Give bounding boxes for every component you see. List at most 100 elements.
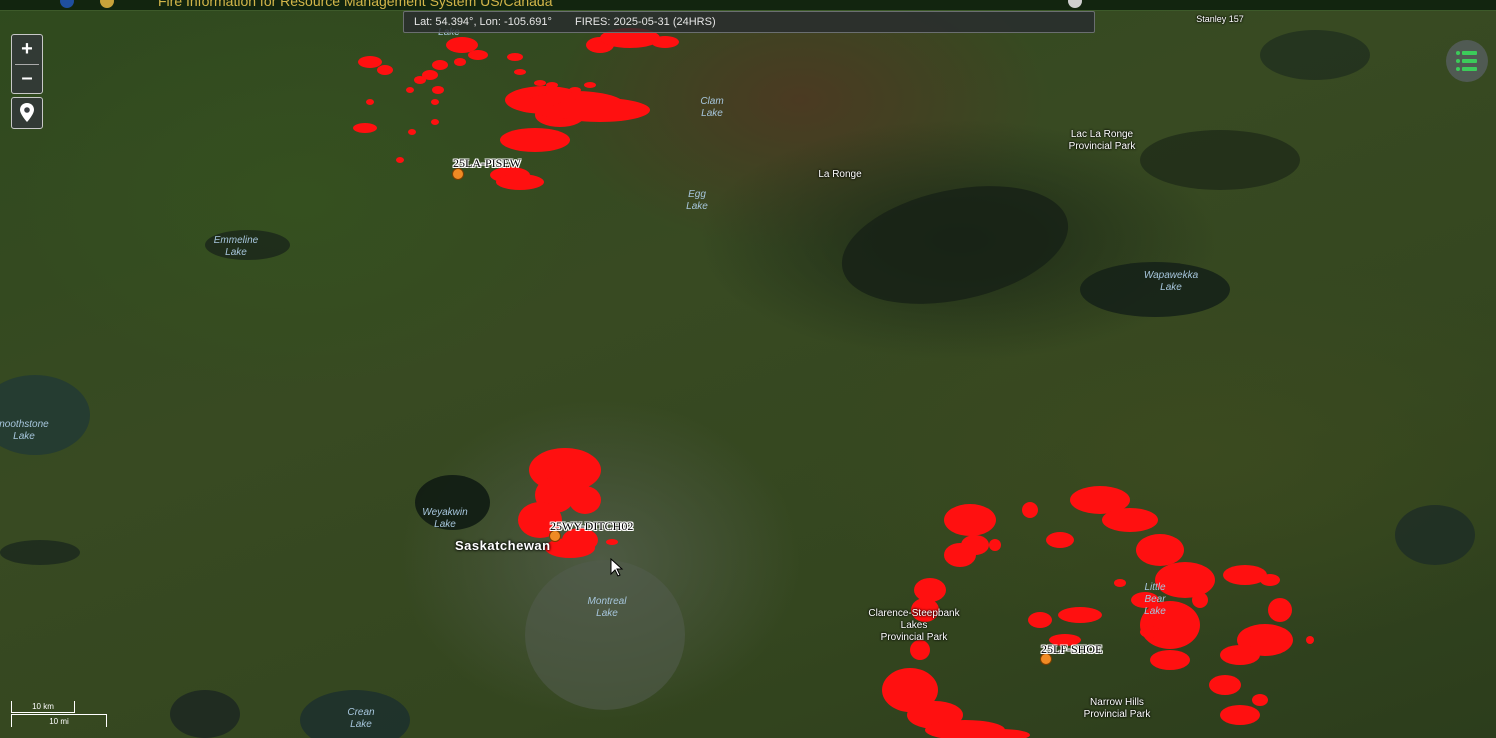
scale-km: 10 km bbox=[11, 701, 75, 713]
label-line: Lac La Ronge bbox=[1070, 129, 1134, 140]
label-line: Lake bbox=[225, 247, 247, 258]
place-label-egg-lake: Egg Lake bbox=[686, 189, 708, 213]
fire-hotspot bbox=[1058, 607, 1102, 623]
region-label-saskatchewan: Saskatchewan bbox=[455, 538, 551, 553]
fire-hotspot bbox=[1022, 502, 1038, 518]
fire-hotspot bbox=[944, 504, 996, 536]
fire-hotspot bbox=[468, 50, 488, 60]
fire-hotspot bbox=[431, 119, 439, 125]
fire-hotspot bbox=[507, 53, 523, 61]
fire-label[interactable]: 25WY-DITCH02 bbox=[550, 519, 633, 534]
place-label-stanley: Stanley 157 bbox=[1196, 14, 1244, 24]
place-label-narrow-hills: Narrow Hills Provincial Park bbox=[1084, 697, 1151, 721]
fire-hotspot bbox=[1028, 612, 1052, 628]
menu-logo-icon bbox=[1068, 0, 1082, 8]
fire-hotspot bbox=[989, 539, 1001, 551]
fire-hotspot bbox=[1306, 636, 1314, 644]
app-header: Fire Information for Resource Management… bbox=[0, 0, 1496, 11]
fire-hotspot bbox=[1209, 675, 1241, 695]
place-label-lac-la-ronge: Lac La Ronge Provincial Park bbox=[1069, 129, 1136, 153]
fire-label[interactable]: 25LF-SHOE bbox=[1041, 642, 1102, 657]
label-line: noothstone bbox=[0, 419, 49, 430]
fire-hotspot bbox=[353, 123, 377, 133]
place-label-la-ronge: La Ronge bbox=[818, 169, 862, 180]
fire-hotspot bbox=[1150, 650, 1190, 670]
label-line: Lake bbox=[596, 608, 618, 619]
fire-hotspots-layer bbox=[353, 28, 1314, 738]
coordinate-readout: Lat: 54.394°, Lon: -105.691° bbox=[414, 16, 552, 28]
fire-hotspot bbox=[651, 36, 679, 48]
fire-hotspot bbox=[454, 58, 466, 66]
fire-hotspot bbox=[569, 87, 581, 93]
fire-hotspot bbox=[546, 82, 558, 88]
fire-hotspot bbox=[377, 65, 393, 75]
fire-hotspot bbox=[1114, 579, 1126, 587]
fire-hotspot bbox=[1268, 598, 1292, 622]
fire-hotspot bbox=[408, 129, 416, 135]
label-line: Emmeline bbox=[213, 235, 259, 246]
zoom-in-button[interactable]: + bbox=[12, 35, 42, 63]
fire-hotspot bbox=[514, 69, 526, 75]
label-line: Lake bbox=[701, 108, 723, 119]
header-title: Fire Information for Resource Management… bbox=[158, 0, 553, 9]
fire-label[interactable]: 25LA-PISEW bbox=[453, 156, 521, 171]
layer-list-button[interactable] bbox=[1446, 40, 1488, 82]
fire-hotspot bbox=[550, 98, 650, 122]
label-line: Provincial Park bbox=[1083, 709, 1151, 720]
place-label-clam-lake: Clam Lake bbox=[700, 96, 723, 120]
map-pin-icon bbox=[20, 103, 34, 122]
scale-mi: 10 mi bbox=[11, 714, 107, 727]
label-line: Lake bbox=[686, 201, 708, 212]
fire-hotspot bbox=[1192, 592, 1208, 608]
label-line: Egg bbox=[688, 189, 706, 200]
label-line: Clam bbox=[700, 96, 724, 107]
place-label-crean-lake: Crean Lake bbox=[347, 707, 374, 731]
label-line: Narrow Hills bbox=[1090, 697, 1144, 708]
zoom-out-button[interactable]: – bbox=[12, 64, 42, 92]
fire-hotspot bbox=[431, 99, 439, 105]
locate-button[interactable] bbox=[11, 97, 43, 129]
fire-hotspot bbox=[432, 60, 448, 70]
place-label-wapawekka-lake: Wapawekka Lake bbox=[1144, 270, 1198, 294]
agency-logo-icon bbox=[100, 0, 114, 8]
fire-hotspot bbox=[358, 56, 382, 68]
label-line: Montreal bbox=[587, 596, 627, 607]
place-label-weyakwin-lake: Weyakwin Lake bbox=[422, 507, 467, 531]
fire-hotspot bbox=[496, 174, 544, 190]
mouse-cursor-icon bbox=[610, 558, 624, 577]
scale-bar: 10 km 10 mi bbox=[11, 701, 107, 729]
place-label-montreal-lake: Montreal Lake bbox=[588, 596, 627, 620]
fire-hotspot bbox=[1140, 626, 1160, 638]
label-line: Weyakwin bbox=[422, 507, 468, 518]
place-label-clarence-steepbank: Clarence-Steepbank Lakes Provincial Park bbox=[868, 608, 959, 644]
fire-hotspot bbox=[584, 82, 596, 88]
label-line: Wapawekka bbox=[1143, 270, 1199, 281]
layer-list-icon bbox=[1456, 51, 1477, 71]
fire-hotspot bbox=[432, 86, 444, 94]
fire-hotspot bbox=[534, 80, 546, 86]
fire-hotspot bbox=[1046, 532, 1074, 548]
fire-hotspot bbox=[1252, 694, 1268, 706]
fire-hotspot bbox=[1102, 508, 1158, 532]
label-line: Lake bbox=[434, 519, 456, 530]
label-line: Lake bbox=[13, 431, 35, 442]
label-line: Little bbox=[1144, 582, 1166, 593]
fire-hotspot bbox=[961, 535, 989, 555]
fire-hotspot bbox=[1220, 705, 1260, 725]
fire-hotspot bbox=[446, 37, 478, 53]
satellite-map[interactable]: Lake Stanley 157 Clam Lake Lac La Ronge … bbox=[0, 0, 1496, 738]
label-line: Lake bbox=[350, 719, 372, 730]
label-line: Bear bbox=[1144, 594, 1166, 605]
fire-hotspot bbox=[914, 578, 946, 602]
label-line: Provincial Park bbox=[880, 632, 948, 643]
label-line: Crean bbox=[347, 707, 375, 718]
fires-date-readout: FIRES: 2025-05-31 (24HRS) bbox=[575, 16, 716, 28]
nasa-logo-icon bbox=[60, 0, 74, 8]
fire-hotspot bbox=[500, 128, 570, 152]
coordinate-info-bar: Lat: 54.394°, Lon: -105.691° FIRES: 2025… bbox=[403, 11, 1095, 33]
fire-hotspot bbox=[1136, 534, 1184, 566]
fire-hotspot bbox=[569, 486, 601, 514]
label-line: Clarence-Steepbank bbox=[868, 608, 960, 619]
fire-hotspot bbox=[1220, 645, 1260, 665]
label-line: Lake bbox=[1144, 606, 1166, 617]
